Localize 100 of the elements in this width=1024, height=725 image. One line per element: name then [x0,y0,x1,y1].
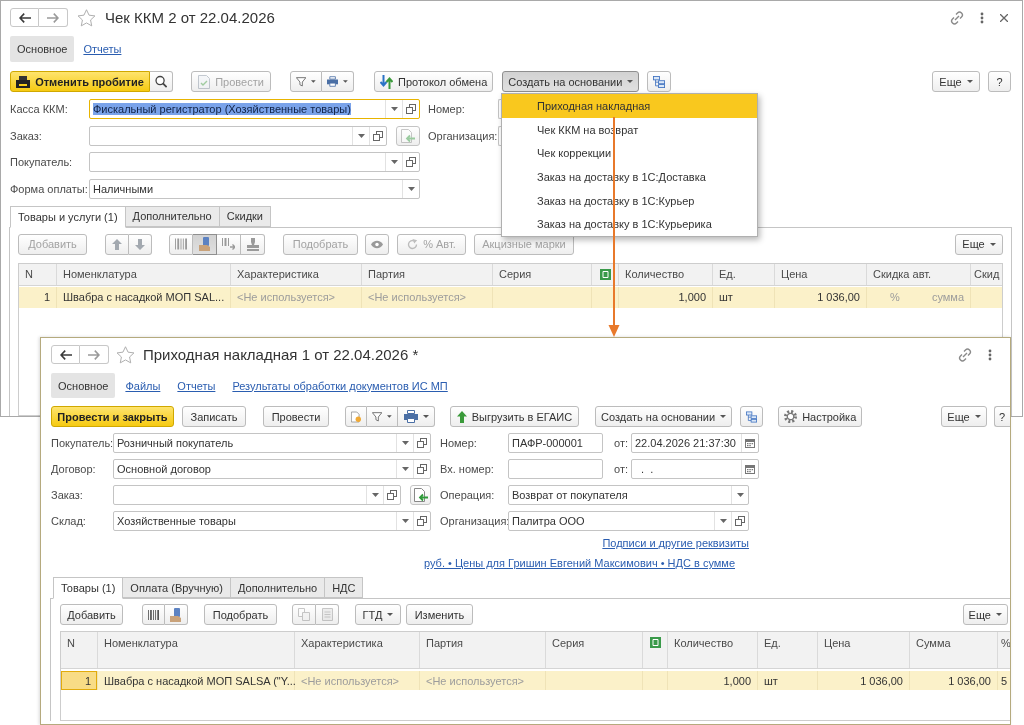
barcode-arrow-button[interactable] [217,233,241,255]
print-button[interactable] [322,71,354,92]
more-button[interactable]: Еще [962,604,1008,625]
input-field[interactable]: ПАФР-000001 [508,433,603,453]
move-down-button[interactable] [129,233,152,255]
more-button[interactable]: Еще [932,71,980,92]
settings-button[interactable]: Настройка [778,406,863,427]
section-link[interactable]: Файлы [118,373,168,398]
input-field[interactable]: Фискальный регистратор (Хозяйственные товары) [89,99,420,119]
caret-icon[interactable] [401,519,409,523]
barcode-button[interactable] [142,604,165,625]
tab[interactable]: Товары и услуги (1) [10,205,126,228]
input-field[interactable] [508,459,603,479]
caret-icon[interactable] [736,493,744,497]
tab[interactable]: Дополнительно [124,205,220,227]
close-icon[interactable] [1000,13,1008,22]
input-field[interactable] [89,125,387,146]
date-field[interactable]: 22.04.2026 21:37:30 [631,433,759,453]
structure-button[interactable] [740,406,764,427]
exchange-log-button[interactable]: Протокол обмена [374,71,494,92]
cancel-posting-button[interactable]: Отменить пробитие [10,71,150,92]
pick-button[interactable]: Подобрать [204,604,277,625]
section-tab[interactable]: Основное [10,36,75,62]
post-and-close-button[interactable]: Провести и закрыть [51,406,174,427]
back-button[interactable] [10,8,39,27]
structure-button[interactable] [647,71,672,92]
more-icon[interactable] [980,11,984,24]
squares-icon[interactable] [387,490,397,500]
date-field[interactable]: . . [631,459,759,479]
caret-icon[interactable] [357,133,365,138]
link-icon[interactable] [950,10,964,25]
tab[interactable]: Оплата (Вручную) [122,577,231,598]
input-field[interactable]: Палитра ООО [508,511,749,531]
star-icon[interactable] [77,8,96,27]
scanner-button[interactable] [193,233,217,255]
hierarchy-icon [746,409,758,424]
table-row[interactable]: 1 Швабра с насадкой МОП SALSA ("Y... <Не используется> <Не используется> 1,000 шт 1 036,00 1 036,00 5 [61,671,1010,690]
caret-icon[interactable] [401,441,409,445]
input-field[interactable]: Возврат от покупателя [508,485,749,505]
squares-icon[interactable] [735,516,745,526]
barcode-button[interactable] [169,233,193,255]
menu-item[interactable]: Приходная накладная [502,94,757,118]
create-based-on-button[interactable]: Создать на основании [595,406,733,427]
section-link[interactable]: Отчеты [76,36,129,62]
input-field[interactable]: Хозяйственные товары [113,511,431,531]
menu-item[interactable]: Чек коррекции [502,141,757,166]
help-button[interactable]: ? [988,71,1011,92]
tab[interactable]: Товары (1) [53,577,124,599]
post-button[interactable]: Провести [263,406,329,427]
edit-button[interactable]: Изменить [406,604,473,625]
squares-icon[interactable] [417,438,427,448]
table-row[interactable]: 1 Швабра с насадкой МОП SAL... <Не используется> <Не используется> 1,000 шт 1 036,00 % сумма [19,286,1002,308]
link[interactable]: руб. • Цены для Гришин Евгений Максимович • НДС в сумме [423,557,735,570]
input-field[interactable]: Основной договор [113,459,431,479]
calendar-icon[interactable] [745,464,755,474]
tab[interactable]: Дополнительно [229,577,326,598]
create-based-on-button[interactable]: Создать на основании [502,71,640,92]
caret-icon[interactable] [407,186,415,191]
save-button[interactable]: Записать [182,406,246,427]
caret-icon[interactable] [719,519,727,523]
section-link[interactable]: Отчеты [170,373,223,398]
squares-icon[interactable] [406,104,416,114]
help-button[interactable]: ? [994,406,1010,427]
link[interactable]: Подписи и другие реквизиты [602,537,749,550]
field-label: Организация: [440,515,508,527]
caret-icon[interactable] [371,493,379,497]
link-icon[interactable] [958,347,972,362]
gtd-button[interactable]: ГТД [355,604,401,625]
back-button[interactable] [51,345,80,364]
scanner-button[interactable] [165,604,188,625]
stamp-button[interactable] [241,233,265,255]
caret-icon[interactable] [390,160,398,164]
section-link[interactable]: Результаты обработки документов ИС МП [225,373,455,398]
squares-icon[interactable] [417,464,427,474]
tab[interactable]: НДС [324,577,364,598]
add-button[interactable]: Добавить [60,604,123,625]
more-button[interactable]: Еще [955,233,1003,255]
squares-icon[interactable] [417,516,427,526]
more-button[interactable]: Еще [941,406,987,427]
squares-icon[interactable] [406,157,416,167]
more-icon[interactable] [988,348,992,361]
view-button[interactable] [365,233,389,255]
tab[interactable]: Скидки [218,205,271,227]
calendar-icon[interactable] [745,438,755,448]
document-button[interactable] [410,485,431,505]
print-button[interactable] [398,406,435,427]
caret-icon[interactable] [401,467,409,471]
section-tab[interactable]: Основное [51,373,116,398]
squares-icon[interactable] [373,130,383,141]
input-field[interactable] [113,485,401,505]
star-icon[interactable] [116,345,135,364]
input-field[interactable]: Розничный покупатель [113,433,431,453]
caret-icon[interactable] [390,107,398,111]
filter-button[interactable] [290,71,322,92]
upload-button[interactable]: Выгрузить в ЕГАИС [450,406,579,427]
input-field[interactable]: Наличными [89,178,420,199]
filter-button[interactable] [367,406,398,427]
move-up-button[interactable] [105,233,129,255]
input-field[interactable] [89,152,420,172]
search-button[interactable] [150,71,173,92]
